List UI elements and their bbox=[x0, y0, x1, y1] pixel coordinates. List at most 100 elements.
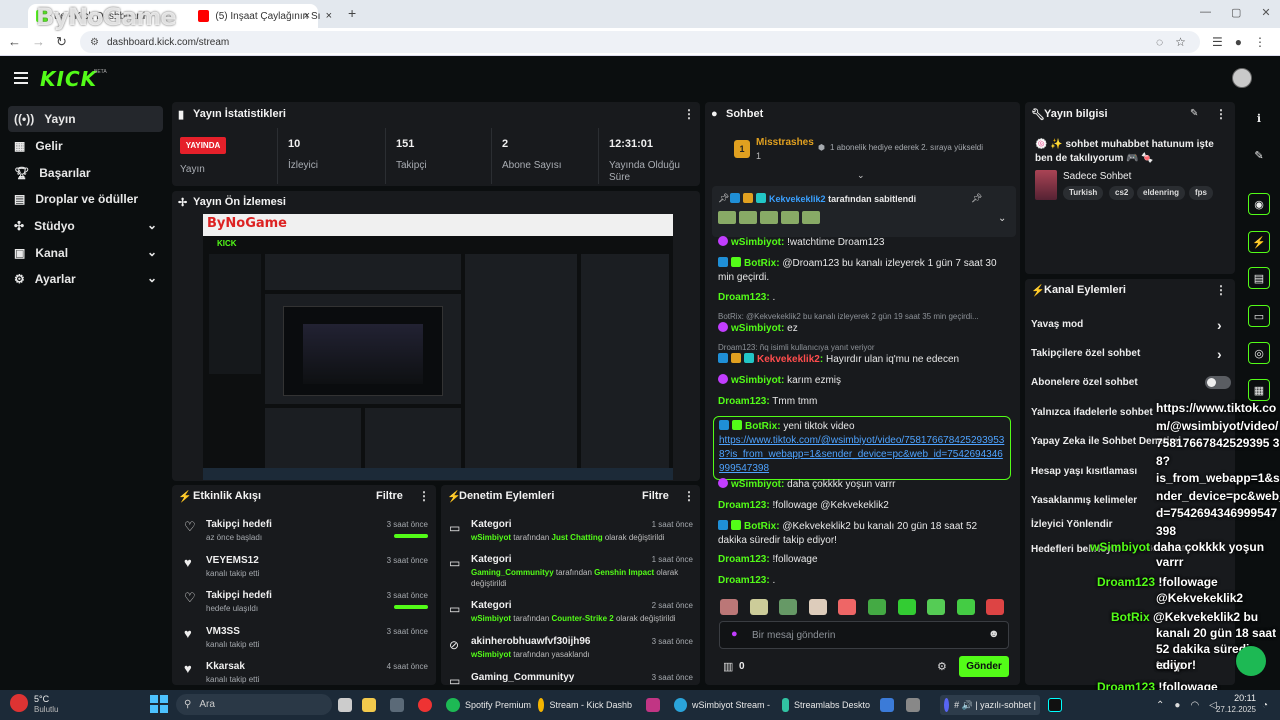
chat-link[interactable]: https://www.tiktok.com/@wsimbiyot/video/… bbox=[719, 435, 1004, 474]
maximize-icon[interactable]: ▢ bbox=[1231, 6, 1241, 19]
more-options-icon[interactable]: ⋮ bbox=[1215, 283, 1227, 297]
emote-button[interactable] bbox=[808, 599, 827, 615]
edit-icon[interactable]: ✎ bbox=[1190, 108, 1198, 119]
chat-username[interactable]: Droam123 bbox=[718, 292, 766, 303]
tag-chip[interactable]: Turkish bbox=[1063, 186, 1104, 200]
emote-button[interactable] bbox=[749, 599, 768, 615]
chat-username[interactable]: wSimbiyot bbox=[731, 479, 781, 490]
emote-button[interactable] bbox=[838, 599, 857, 615]
discord-taskbar-item[interactable]: # 🔊 | yazılı-sohbet | bbox=[940, 695, 1040, 715]
emote-button[interactable] bbox=[779, 599, 798, 615]
task-view-icon[interactable] bbox=[338, 695, 352, 715]
chat-username[interactable]: Droam123 bbox=[718, 396, 766, 407]
app-icon[interactable] bbox=[390, 695, 404, 715]
hamburger-menu-icon[interactable] bbox=[14, 72, 28, 84]
sidebar-item-ayarlar[interactable]: ⚙ Ayarlar ⌄ bbox=[8, 266, 163, 292]
activity-row[interactable]: ♡ Takipçi hedefi az önce başladı 3 saat önc… bbox=[180, 519, 428, 553]
channel-action-row[interactable]: Abonelere özel sohbet bbox=[1031, 376, 1231, 389]
moderation-actor[interactable]: wSimbiyot bbox=[471, 533, 511, 542]
app-icon[interactable] bbox=[880, 695, 894, 715]
activity-row[interactable]: ♥ VEYEMS12 kanalı takip etti 3 saat önce bbox=[180, 555, 428, 589]
broadcast-icon[interactable]: ◎ bbox=[1248, 342, 1270, 364]
tag-chip[interactable]: fps bbox=[1189, 186, 1213, 200]
youtube-music-icon[interactable] bbox=[418, 695, 432, 715]
notification-bell-icon[interactable]: ◔ bbox=[1262, 700, 1268, 711]
chat-username[interactable]: BotRix bbox=[744, 258, 776, 269]
wifi-icon[interactable]: ◠ bbox=[1190, 700, 1199, 711]
chat-username[interactable]: BotRix bbox=[744, 521, 776, 532]
streamlabs-taskbar-item[interactable]: Streamlabs Deskto bbox=[782, 695, 870, 715]
emote-button[interactable] bbox=[927, 599, 946, 615]
tiktok-icon[interactable] bbox=[1048, 695, 1062, 715]
emote-button[interactable] bbox=[986, 599, 1005, 615]
chat-username[interactable]: wSimbiyot bbox=[731, 375, 781, 386]
tag-chip[interactable]: cs2 bbox=[1109, 186, 1135, 200]
bookmark-star-icon[interactable]: ☆ bbox=[1175, 35, 1186, 49]
category-thumbnail[interactable] bbox=[1035, 170, 1057, 200]
collapse-chevron-icon[interactable]: ⌄ bbox=[857, 170, 865, 181]
bolt-icon[interactable]: ⚡ bbox=[1248, 231, 1270, 253]
eye-off-icon[interactable]: ◌ bbox=[1156, 35, 1163, 49]
activity-row[interactable]: ♥ VM3SS kanalı takip etti 3 saat önce bbox=[180, 626, 428, 660]
browser-tab[interactable]: (5) İnşaat Çaylağının Sınavı 🔴 × bbox=[190, 4, 340, 28]
channel-action-row[interactable]: Takipçilere özel sohbet › bbox=[1031, 346, 1231, 362]
emote-button[interactable] bbox=[868, 599, 886, 615]
mic-icon[interactable]: ● bbox=[731, 628, 738, 640]
moderation-actor[interactable]: wSimbiyot bbox=[471, 614, 511, 623]
spotify-taskbar-item[interactable]: Spotify Premium bbox=[446, 695, 531, 715]
mic-icon[interactable]: ● bbox=[1174, 700, 1180, 711]
more-options-icon[interactable]: ⋮ bbox=[1215, 107, 1227, 121]
chrome-taskbar-item[interactable]: Stream - Kick Dashb bbox=[538, 695, 632, 715]
more-options-icon[interactable]: ⋮ bbox=[683, 107, 695, 121]
chevron-up-icon[interactable]: ⌃ bbox=[1156, 700, 1164, 711]
forward-icon[interactable]: → bbox=[32, 35, 45, 48]
taskbar-search[interactable]: ⚲ Ara bbox=[176, 694, 332, 715]
chat-username[interactable]: BotRix bbox=[745, 421, 777, 432]
unpin-icon[interactable]: 📌︎ bbox=[971, 193, 982, 204]
sidebar-item-studyo[interactable]: ✣ Stüdyo ⌄ bbox=[8, 213, 163, 239]
more-options-icon[interactable]: ⋮ bbox=[683, 489, 695, 503]
expand-pinned-icon[interactable]: ⌄ bbox=[998, 213, 1006, 224]
weather-icon[interactable] bbox=[10, 694, 28, 712]
emote-button[interactable] bbox=[956, 599, 975, 615]
toggle-switch[interactable] bbox=[1205, 376, 1231, 389]
sidebar-item-droplar[interactable]: ▤ Droplar ve ödüller bbox=[8, 186, 163, 212]
pinned-user[interactable]: Kekvekeklik2 bbox=[769, 194, 826, 204]
app-icon[interactable] bbox=[906, 695, 920, 715]
sidebar-item-gelir[interactable]: ▦ Gelir bbox=[8, 133, 163, 159]
chat-settings-icon[interactable]: ⚙ bbox=[937, 660, 947, 673]
back-icon[interactable]: ← bbox=[8, 35, 21, 48]
windows-start-icon[interactable] bbox=[150, 695, 168, 713]
layout-icon[interactable]: ▦ bbox=[1248, 379, 1270, 401]
camera-icon[interactable]: ◉ bbox=[1248, 193, 1270, 215]
chat-username[interactable]: wSimbiyot bbox=[731, 237, 781, 248]
category-name[interactable]: Sadece Sohbet bbox=[1063, 171, 1131, 182]
instagram-icon[interactable] bbox=[646, 695, 660, 715]
close-window-icon[interactable]: ✕ bbox=[1261, 6, 1270, 19]
sidebar-item-basarilar[interactable]: 🏆︎ Başarılar bbox=[8, 160, 163, 186]
edit-pencil-icon[interactable]: ✎ bbox=[1248, 144, 1270, 166]
user-avatar[interactable] bbox=[1232, 68, 1252, 88]
minimize-icon[interactable]: — bbox=[1200, 6, 1211, 19]
url-field[interactable]: ⚙ dashboard.kick.com/stream bbox=[80, 31, 1200, 53]
chat-username[interactable]: Kekvekeklik2 bbox=[757, 354, 820, 365]
tab-close-icon[interactable]: × bbox=[326, 10, 332, 22]
reload-icon[interactable]: ↻ bbox=[56, 35, 67, 48]
activity-filter-button[interactable]: Filtre bbox=[376, 490, 403, 502]
emote-button[interactable] bbox=[897, 599, 916, 615]
activity-row[interactable]: ♡ Takipçi hedefi hedefe ulaşıldı 3 saat önc… bbox=[180, 590, 428, 624]
moderation-filter-button[interactable]: Filtre bbox=[642, 490, 669, 502]
top-gifter-name[interactable]: Misstrashes bbox=[756, 137, 814, 148]
file-explorer-icon[interactable] bbox=[362, 695, 376, 715]
emote-button[interactable] bbox=[720, 599, 738, 615]
chat-username[interactable]: wSimbiyot bbox=[731, 323, 781, 334]
preview-video[interactable]: ByNoGame KICK bbox=[203, 214, 673, 480]
sidebar-item-yayin[interactable]: ((•)) Yayın bbox=[8, 106, 163, 132]
moderation-actor[interactable]: Gaming_Communityy bbox=[471, 568, 554, 577]
profile-icon[interactable]: ● bbox=[1235, 35, 1242, 49]
chat-bubble-icon[interactable]: ▭ bbox=[1248, 305, 1270, 327]
kick-logo[interactable]: KICK bbox=[40, 67, 97, 91]
new-tab-button[interactable]: + bbox=[348, 5, 356, 21]
extensions-icon[interactable]: ☰ bbox=[1212, 35, 1223, 49]
info-icon[interactable]: ℹ bbox=[1248, 107, 1270, 129]
